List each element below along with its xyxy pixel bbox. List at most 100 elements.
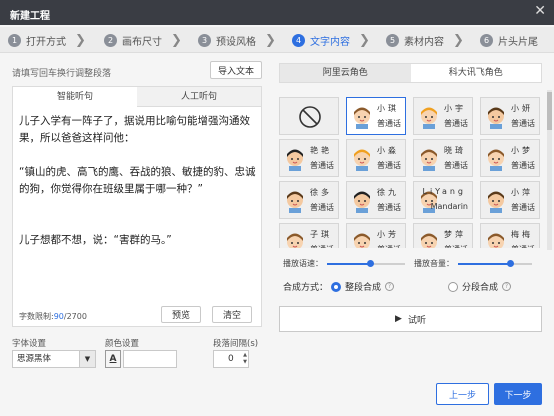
step-number: 3 [198, 34, 211, 47]
no-voice-icon [299, 106, 321, 128]
text-color-icon: A [105, 350, 121, 368]
synthesis-mode-label: 合成方式： [283, 283, 329, 293]
voice-name: 小琪 [377, 104, 399, 113]
step-2[interactable]: 2 画布尺寸 ❯ [104, 33, 182, 48]
volume-fill [458, 263, 510, 265]
volume-label: 播放音量： [414, 259, 454, 268]
voice-none[interactable] [279, 97, 339, 135]
char-count-label: 字数限制: [19, 312, 54, 321]
voice-type: 普通话 [310, 161, 334, 170]
voice-card[interactable]: 小梦 普通话 [480, 139, 540, 177]
spacing-stepper[interactable]: 0 ▲ ▼ [213, 350, 249, 368]
voice-card[interactable]: 晓琦 普通话 [413, 139, 473, 177]
voice-type: 普通话 [377, 203, 401, 212]
step-6[interactable]: 6 片头片尾 [480, 33, 538, 48]
voice-card[interactable]: 徐九 普通话 [346, 181, 406, 219]
avatar-icon [354, 191, 370, 213]
tab-manual-sentence[interactable]: 人工听句 [137, 87, 261, 107]
previous-step-button[interactable]: 上一步 [436, 383, 489, 405]
voice-type: 普通话 [511, 244, 535, 248]
voice-card[interactable]: 徐多 普通话 [279, 181, 339, 219]
spacing-label: 段落间隔(s) [213, 339, 259, 349]
script-textarea[interactable]: 儿子入学有一阵子了，据说用比喻句能增强沟通效果，所以爸爸这样问他： “镇山的虎、… [19, 113, 259, 249]
voice-name: 徐九 [377, 188, 399, 197]
voice-grid-scrollbar[interactable] [547, 90, 552, 250]
step-5[interactable]: 5 素材内容 ❯ [386, 33, 464, 48]
avatar-icon [287, 191, 303, 213]
step-number: 6 [480, 34, 493, 47]
preview-button[interactable]: 预览 [161, 306, 201, 323]
step-3[interactable]: 3 预设风格 ❯ [198, 33, 276, 48]
speed-slider[interactable] [327, 260, 405, 267]
try-listen-button[interactable]: ▶ 试听 [279, 306, 542, 332]
color-label: 颜色设置 [105, 339, 140, 349]
radio-label: 分段合成 [462, 283, 499, 293]
window-title: 新建工程 [10, 11, 50, 22]
play-icon: ▶ [395, 314, 402, 324]
step-label: 打开方式 [26, 37, 66, 48]
avatar-icon [421, 233, 437, 248]
help-icon[interactable]: ? [502, 282, 512, 291]
font-select[interactable]: 思源黑体 ▼ [12, 350, 96, 368]
voice-card[interactable]: LiYang Mandarin [413, 181, 473, 219]
step-number: 4 [292, 34, 305, 47]
clear-button[interactable]: 清空 [212, 306, 252, 323]
voice-type: Mandarin [430, 202, 468, 211]
volume-slider[interactable] [458, 260, 532, 267]
char-count: 字数限制:90/2700 [19, 311, 87, 322]
chevron-down-icon: ▼ [79, 351, 95, 367]
voice-name: 晓琦 [444, 146, 466, 155]
voice-card[interactable]: 梦萍普通话 [413, 223, 473, 248]
voice-card[interactable]: 梅梅普通话 [480, 223, 540, 248]
radio-dot[interactable] [448, 281, 458, 292]
tab-smart-sentence[interactable]: 智能听句 [13, 87, 137, 107]
scrollbar-thumb[interactable] [547, 92, 552, 130]
voice-card[interactable]: 子琪普通话 [279, 223, 339, 248]
voice-type: 普通话 [444, 161, 468, 170]
close-icon[interactable]: ✕ [534, 3, 546, 19]
voice-type: 普通话 [377, 161, 401, 170]
voice-name: 艳艳 [310, 146, 332, 155]
avatar-icon [488, 233, 504, 248]
voice-card[interactable]: 小琪 普通话 [346, 97, 406, 135]
voice-name: 梅梅 [511, 230, 533, 239]
speed-slider-handle[interactable] [366, 260, 374, 267]
help-icon[interactable]: ? [385, 282, 395, 291]
sentence-tabs: 智能听句 人工听句 [13, 87, 261, 107]
next-step-button[interactable]: 下一步 [494, 383, 542, 405]
voice-type: 普通话 [511, 119, 535, 128]
char-count-current: 90 [53, 312, 64, 321]
avatar-icon [354, 233, 370, 248]
radio-segment-synthesis[interactable]: 分段合成? [448, 280, 512, 293]
radio-dot[interactable] [331, 281, 341, 292]
voice-type: 普通话 [377, 244, 401, 248]
avatar-icon [488, 149, 504, 171]
tab-aliyun[interactable]: 阿里云角色 [280, 64, 411, 82]
radio-whole-synthesis[interactable]: 整段合成? [331, 280, 395, 293]
voice-card[interactable]: 小淼 普通话 [346, 139, 406, 177]
voice-name: 小芳 [377, 230, 399, 239]
import-text-button[interactable]: 导入文本 [210, 61, 262, 79]
step-4[interactable]: 4 文字内容 ❯ [292, 33, 370, 48]
avatar-icon [287, 233, 303, 248]
tab-iflytek[interactable]: 科大讯飞角色 [410, 64, 541, 82]
color-swatch[interactable] [123, 350, 177, 368]
title-bar: 新建工程 ✕ [0, 0, 554, 25]
char-count-max: /2700 [63, 312, 87, 321]
voice-card[interactable]: 小芳普通话 [346, 223, 406, 248]
chevron-right-icon: ❯ [265, 33, 276, 48]
voice-card[interactable]: 小萍 普通话 [480, 181, 540, 219]
color-picker[interactable]: A [105, 350, 177, 368]
voice-grid: 小琪 普通话 小宇 普通话 小妍 普通话 艳艳 普通话 小淼 普通话 晓琦 普通话 小梦 普通话 徐多 普通话… [279, 97, 547, 248]
step-label: 画布尺寸 [122, 37, 162, 48]
step-number: 1 [8, 34, 21, 47]
voice-card[interactable]: 艳艳 普通话 [279, 139, 339, 177]
font-select-value: 思源黑体 [17, 354, 52, 364]
voice-card[interactable]: 小宇 普通话 [413, 97, 473, 135]
volume-slider-handle[interactable] [506, 260, 514, 267]
stepper-arrows-icon[interactable]: ▲ ▼ [243, 352, 247, 366]
voice-card[interactable]: 小妍 普通话 [480, 97, 540, 135]
step-label: 素材内容 [404, 37, 444, 48]
step-1[interactable]: 1 打开方式 ❯ [8, 33, 86, 48]
voice-provider-tabs: 阿里云角色 科大讯飞角色 [279, 63, 542, 83]
